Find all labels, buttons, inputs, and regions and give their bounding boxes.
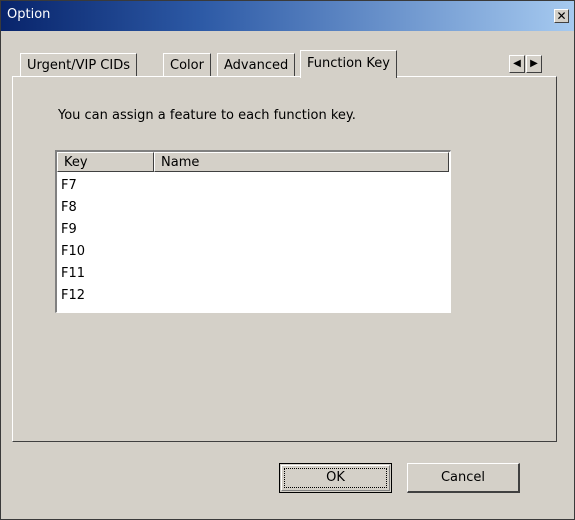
list-item[interactable]: F12: [61, 288, 85, 303]
panel-description: You can assign a feature to each functio…: [58, 108, 356, 123]
ok-button[interactable]: OK: [279, 463, 392, 493]
column-header-key[interactable]: Key: [57, 152, 154, 172]
list-item-key: F9: [61, 222, 77, 237]
ok-button-label: OK: [326, 470, 345, 485]
list-item[interactable]: F8: [61, 200, 77, 215]
list-item-key: F7: [61, 178, 77, 193]
close-icon[interactable]: ✕: [554, 9, 569, 23]
list-item[interactable]: F11: [61, 266, 85, 281]
list-item-key: F8: [61, 200, 77, 215]
tab-advanced[interactable]: Advanced: [217, 53, 296, 77]
tab-scroll-left-icon[interactable]: ◀: [509, 55, 525, 73]
list-item[interactable]: F7: [61, 178, 77, 193]
list-item-key: F12: [61, 288, 86, 303]
cancel-button[interactable]: Cancel: [407, 463, 520, 493]
list-item-key: F10: [61, 244, 86, 259]
tab-urgent-vip-cids[interactable]: Urgent/VIP CIDs: [20, 53, 137, 77]
list-header: Key Name: [57, 152, 449, 172]
title-bar[interactable]: Option ✕: [1, 1, 574, 31]
tab-scroll-right-icon[interactable]: ▶: [526, 55, 542, 73]
tab-color[interactable]: Color: [163, 53, 211, 77]
tab-function-key[interactable]: Function Key: [300, 50, 397, 78]
list-item[interactable]: F9: [61, 222, 77, 237]
list-item-key: F11: [61, 266, 86, 281]
list-item[interactable]: F10: [61, 244, 85, 259]
column-header-name[interactable]: Name: [154, 152, 449, 172]
window-title: Option: [7, 7, 51, 22]
cancel-button-label: Cancel: [440, 470, 486, 485]
function-key-list[interactable]: Key Name F7 F8 F9 F10 F11 F12: [55, 150, 451, 313]
